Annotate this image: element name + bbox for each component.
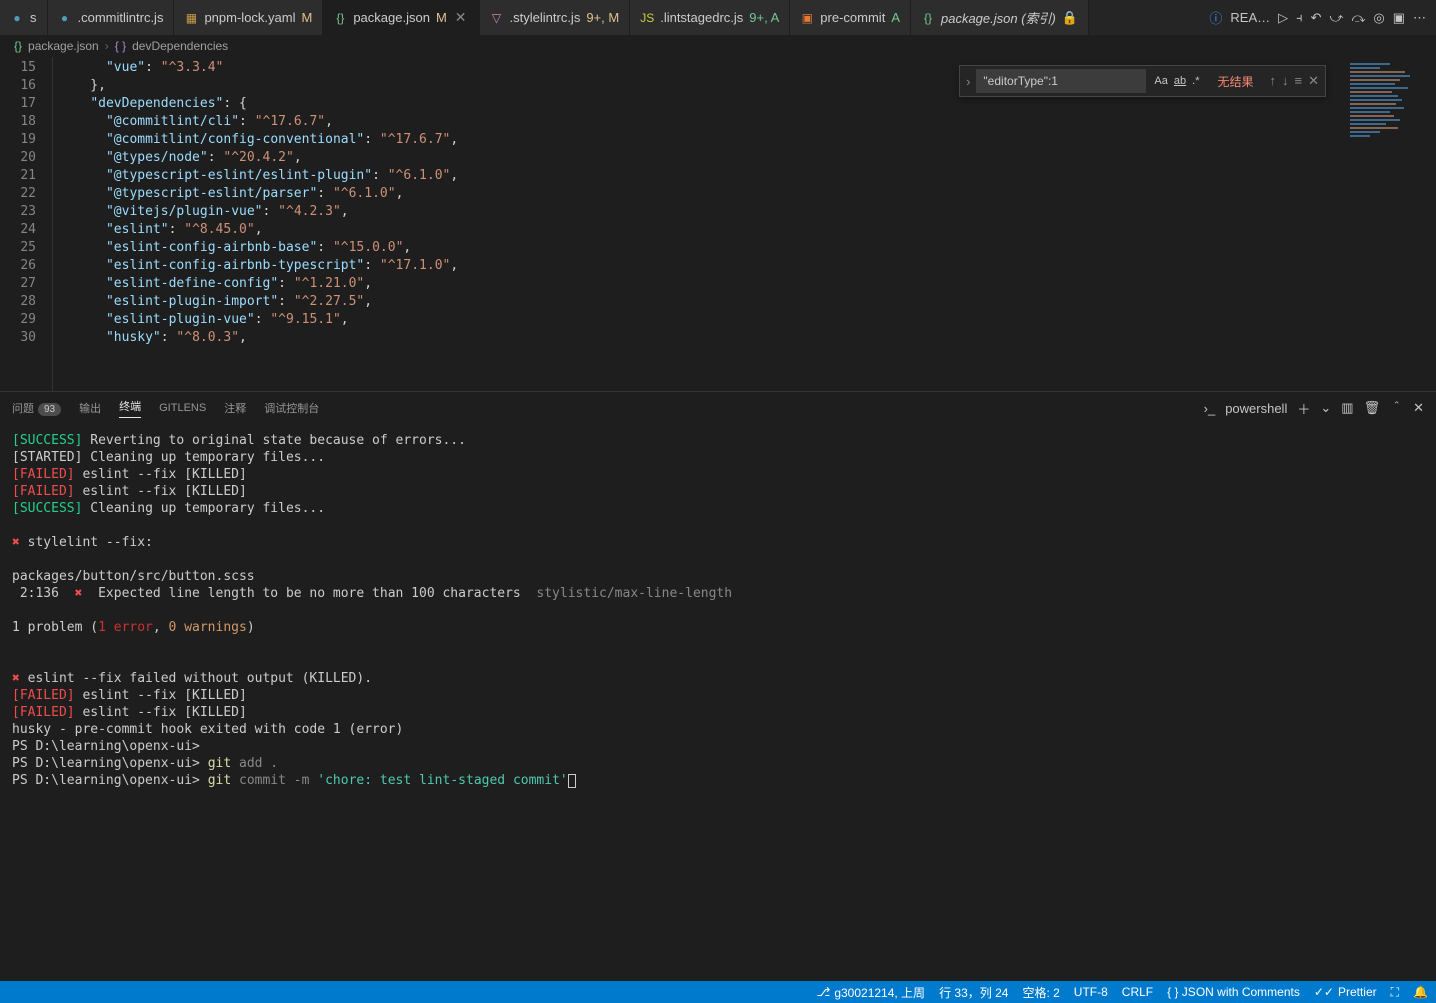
panel: 问题93 输出 终端 GITLENS 注释 调试控制台 ›_ powershel… — [0, 391, 1436, 981]
terminal[interactable]: [SUCCESS] Reverting to original state be… — [0, 424, 1436, 981]
encoding-status[interactable]: UTF-8 — [1074, 985, 1108, 999]
editor-tab[interactable]: {} package.json (索引) 🔒 — [911, 0, 1089, 35]
tab-git-badge: A — [891, 10, 900, 25]
match-case-icon[interactable]: Aa — [1154, 75, 1167, 87]
editor-tab[interactable]: {} package.json M ✕ — [323, 0, 479, 35]
maximize-panel-icon[interactable]: ＾ — [1390, 399, 1403, 418]
file-type-icon: JS — [640, 11, 654, 25]
panel-tabs: 问题93 输出 终端 GITLENS 注释 调试控制台 ›_ powershel… — [0, 392, 1436, 424]
panel-tab-gitlens[interactable]: GITLENS — [159, 402, 206, 414]
close-panel-icon[interactable]: ✕ — [1413, 400, 1424, 416]
match-word-icon[interactable]: ab — [1174, 75, 1186, 87]
cursor-position[interactable]: 行 33，列 24 — [939, 984, 1008, 1001]
panel-tab-output[interactable]: 输出 — [79, 400, 101, 416]
file-icon: {} — [14, 39, 22, 53]
terminal-profile-icon[interactable]: ›_ — [1204, 401, 1216, 416]
editor-tab[interactable]: ▦ pnpm-lock.yaml M — [174, 0, 323, 35]
file-type-icon: ▽ — [490, 11, 504, 25]
bell-icon[interactable]: 🔔 — [1413, 985, 1428, 999]
editor-tab[interactable]: ●s — [0, 0, 48, 35]
tab-git-badge: 9+, M — [586, 10, 619, 25]
tab-label: package.json — [353, 10, 430, 25]
more-icon[interactable]: ⋯ — [1413, 10, 1426, 26]
target-icon[interactable]: ◎ — [1373, 10, 1384, 26]
find-prev-icon[interactable]: ↑ — [1270, 73, 1277, 89]
split-terminal-icon[interactable]: ▥ — [1341, 400, 1353, 416]
find-result-count: 无结果 — [1207, 73, 1263, 90]
panel-toggle-icon[interactable]: ▣ — [1393, 10, 1405, 26]
tab-label: .stylelintrc.js — [510, 10, 581, 25]
info-icon: ⓘ — [1209, 8, 1222, 27]
tab-label: .lintstagedrc.js — [660, 10, 743, 25]
chevron-right-icon: › — [105, 39, 109, 53]
breadcrumb[interactable]: {} package.json › { } devDependencies — [0, 35, 1436, 57]
language-mode[interactable]: { } JSON with Comments — [1167, 985, 1300, 999]
regex-icon[interactable]: .* — [1192, 75, 1199, 87]
title-bar-actions: ⓘ REA… ▷ ⫞ ↶ ⤻ ⤼ ◎ ▣ ⋯ — [1199, 0, 1436, 35]
panel-tab-comments[interactable]: 注释 — [224, 400, 246, 416]
file-type-icon: ▦ — [184, 11, 198, 25]
tab-git-badge: M — [301, 10, 312, 25]
find-options: Aa ab .* — [1146, 75, 1207, 87]
editor-tab[interactable]: JS .lintstagedrc.js 9+, A — [630, 0, 790, 35]
file-type-icon: ● — [58, 11, 72, 25]
undo-icon[interactable]: ↶ — [1311, 10, 1322, 26]
tab-git-badge: 9+, A — [749, 10, 779, 25]
prettier-status[interactable]: ✓✓Prettier — [1314, 985, 1377, 999]
editor-area: 15161718192021222324252627282930 "vue": … — [0, 57, 1436, 391]
find-selection-icon[interactable]: ≡ — [1295, 73, 1303, 89]
tab-label: package.json (索引) — [941, 8, 1056, 27]
kill-terminal-icon[interactable]: 🗑 — [1364, 400, 1381, 416]
tab-label: s — [30, 10, 37, 25]
find-close-icon[interactable]: ✕ — [1308, 73, 1319, 89]
breadcrumb-symbol[interactable]: devDependencies — [132, 39, 228, 53]
panel-actions: ›_ powershell ＋ ⌄ ▥ 🗑 ＾ ✕ — [1204, 399, 1424, 418]
tab-label: .commitlintrc.js — [78, 10, 164, 25]
file-type-icon: ▣ — [800, 11, 814, 25]
file-type-icon: ● — [10, 11, 24, 25]
problems-count-badge: 93 — [38, 403, 61, 416]
find-toggle-replace[interactable]: › — [960, 74, 976, 89]
terminal-profile-name[interactable]: powershell — [1225, 401, 1287, 416]
split-horizontal-icon[interactable]: ⫞ — [1296, 10, 1303, 26]
terminal-cursor — [568, 774, 576, 788]
tab-label: pnpm-lock.yaml — [204, 10, 295, 25]
step-icon[interactable]: ⤼ — [1351, 10, 1365, 26]
file-type-icon: {} — [333, 11, 347, 25]
indentation-status[interactable]: 空格: 2 — [1022, 984, 1059, 1001]
panel-tab-problems[interactable]: 问题93 — [12, 400, 61, 416]
editor-tab-bar: ●s●.commitlintrc.js▦pnpm-lock.yamlM{}pac… — [0, 0, 1436, 35]
find-input[interactable] — [976, 69, 1146, 93]
editor-tab[interactable]: ▣ pre-commit A — [790, 0, 911, 35]
tab-label: pre-commit — [820, 10, 885, 25]
lock-icon: 🔒 — [1062, 10, 1078, 26]
find-widget: › Aa ab .* 无结果 ↑ ↓ ≡ ✕ — [959, 65, 1326, 97]
readme-label[interactable]: REA… — [1230, 10, 1270, 25]
eol-status[interactable]: CRLF — [1122, 985, 1153, 999]
git-branch-icon: ⎇ — [817, 985, 831, 999]
tab-close-icon[interactable]: ✕ — [453, 9, 469, 26]
check-icon: ✓✓ — [1314, 985, 1334, 999]
panel-tab-debug-console[interactable]: 调试控制台 — [264, 400, 319, 416]
feedback-icon[interactable]: ⛶ — [1391, 985, 1399, 1000]
minimap[interactable] — [1346, 57, 1436, 391]
code-editor[interactable]: "vue": "^3.3.4" }, "devDependencies": { … — [52, 57, 1436, 391]
line-gutter: 15161718192021222324252627282930 — [0, 57, 52, 391]
editor-tab[interactable]: ▽ .stylelintrc.js 9+, M — [480, 0, 631, 35]
panel-tab-terminal[interactable]: 终端 — [119, 398, 141, 418]
find-next-icon[interactable]: ↓ — [1282, 73, 1289, 89]
tab-git-badge: M — [436, 10, 447, 25]
step-over-icon[interactable]: ⤻ — [1330, 10, 1344, 26]
new-terminal-icon[interactable]: ＋ — [1297, 399, 1310, 418]
terminal-dropdown-icon[interactable]: ⌄ — [1320, 400, 1331, 416]
symbol-icon: { } — [115, 39, 126, 53]
git-branch-status[interactable]: ⎇g30021214, 上周 — [817, 984, 926, 1001]
breadcrumb-file[interactable]: package.json — [28, 39, 99, 53]
status-bar: ⎇g30021214, 上周 行 33，列 24 空格: 2 UTF-8 CRL… — [0, 981, 1436, 1003]
run-icon[interactable]: ▷ — [1278, 10, 1288, 26]
file-type-icon: {} — [921, 11, 935, 25]
editor-tab[interactable]: ● .commitlintrc.js — [48, 0, 175, 35]
